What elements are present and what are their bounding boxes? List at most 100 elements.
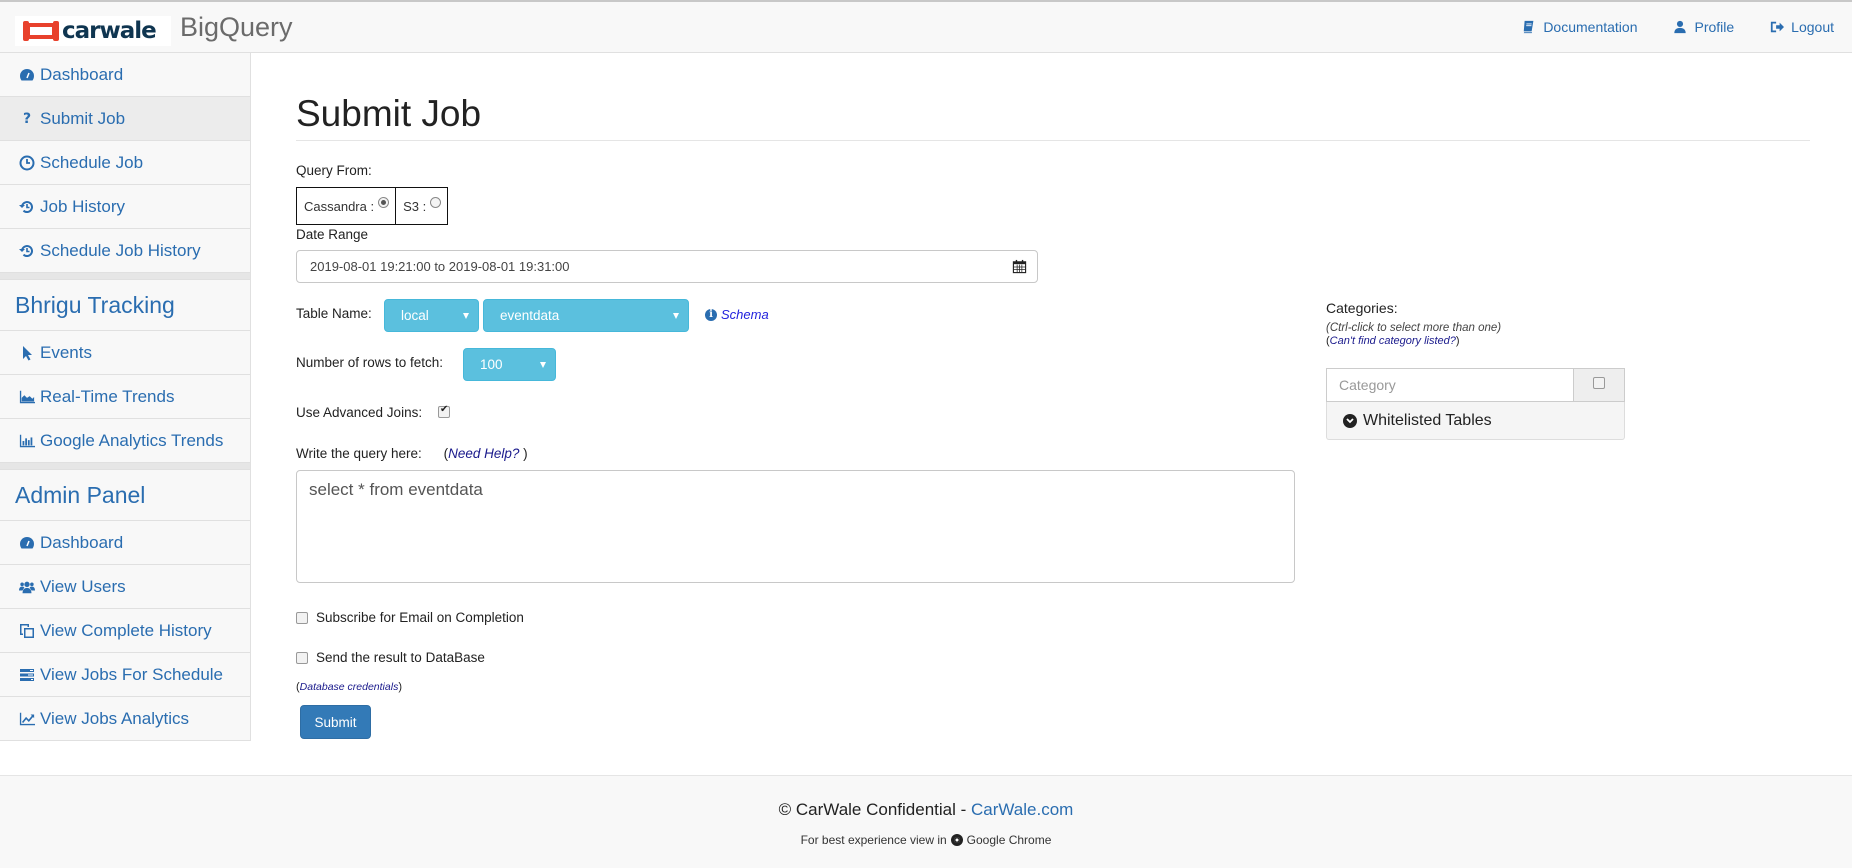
sidebar-item-label: Dashboard bbox=[40, 532, 124, 552]
date-range-input[interactable]: 2019-08-01 19:21:00 to 2019-08-01 19:31:… bbox=[296, 250, 1038, 283]
nav-profile-link[interactable]: Profile bbox=[1673, 19, 1734, 35]
query-label: Write the query here: bbox=[296, 446, 422, 461]
copy-icon bbox=[17, 622, 37, 639]
pointer-icon bbox=[17, 344, 37, 361]
sidebar-item-view-jobs-for-schedule[interactable]: View Jobs For Schedule bbox=[0, 653, 250, 697]
calendar-icon[interactable] bbox=[1012, 259, 1027, 274]
carwale-site-link[interactable]: CarWale.com bbox=[971, 800, 1073, 819]
sidebar-item-label: View Users bbox=[40, 576, 126, 596]
sidebar-item-label: Submit Job bbox=[40, 108, 126, 128]
title-divider bbox=[296, 140, 1810, 141]
sidebar-item-google-analytics-trends[interactable]: Google Analytics Trends bbox=[0, 419, 250, 463]
submit-button[interactable]: Submit bbox=[300, 705, 371, 739]
source-cassandra-option[interactable]: Cassandra : bbox=[297, 188, 395, 224]
sidebar-item-real-time-trends[interactable]: Real-Time Trends bbox=[0, 375, 250, 419]
keyspace-select-value: local bbox=[401, 308, 429, 323]
info-icon: i bbox=[705, 308, 717, 321]
sidebar-item-dashboard[interactable]: Dashboard bbox=[0, 53, 250, 97]
rows-select[interactable]: 100 bbox=[463, 348, 556, 381]
sidebar-item-label: Google Analytics Trends bbox=[40, 430, 224, 450]
sidebar-item-admin-dashboard[interactable]: Dashboard bbox=[0, 521, 250, 565]
category-select-all[interactable] bbox=[1574, 369, 1624, 401]
sidebar-heading-admin-panel: Admin Panel bbox=[0, 470, 250, 521]
db-credentials-link[interactable]: Database credentials bbox=[300, 681, 399, 693]
email-label: Subscribe for Email on Completion bbox=[316, 610, 524, 625]
sidebar: Dashboard ? Submit Job Schedule Job Job … bbox=[0, 53, 251, 741]
categories-title: Categories: bbox=[1326, 300, 1398, 316]
sidebar-item-view-complete-history[interactable]: View Complete History bbox=[0, 609, 250, 653]
user-icon bbox=[1674, 20, 1687, 34]
rows-select-value: 100 bbox=[480, 357, 503, 372]
chrome-icon bbox=[950, 834, 963, 846]
sidebar-item-label: Schedule Job History bbox=[40, 240, 201, 260]
keyspace-select[interactable]: local bbox=[384, 299, 479, 332]
browser-name: Google Chrome bbox=[966, 833, 1052, 847]
category-input[interactable]: Category bbox=[1327, 369, 1574, 401]
question-icon: ? bbox=[22, 110, 32, 127]
query-textarea[interactable]: select * from eventdata bbox=[296, 470, 1295, 583]
dashboard-icon bbox=[17, 66, 37, 83]
rows-label: Number of rows to fetch: bbox=[296, 355, 444, 370]
table-select-value: eventdata bbox=[500, 308, 560, 323]
nav-documentation-label: Documentation bbox=[1543, 19, 1638, 35]
whitelisted-tables-label: Whitelisted Tables bbox=[1363, 411, 1492, 429]
logo-text: carwale bbox=[62, 18, 157, 44]
sidebar-item-schedule-job[interactable]: Schedule Job bbox=[0, 141, 250, 185]
sidebar-item-schedule-job-history[interactable]: Schedule Job History bbox=[0, 229, 250, 273]
app-name: BigQuery bbox=[180, 12, 293, 42]
sidebar-item-label: View Jobs Analytics bbox=[40, 708, 189, 728]
sidebar-item-events[interactable]: Events bbox=[0, 331, 250, 375]
line-chart-icon bbox=[17, 710, 37, 727]
source-s3-radio[interactable] bbox=[430, 196, 442, 208]
dashboard-icon bbox=[17, 534, 37, 551]
db-credentials-row: (Database credentials) bbox=[296, 681, 402, 693]
date-range-label: Date Range bbox=[296, 227, 369, 242]
footer-browser-note: For best experience view in Google Chrom… bbox=[0, 833, 1852, 847]
advanced-joins-checkbox[interactable] bbox=[438, 404, 450, 418]
caret-down-icon bbox=[540, 362, 546, 368]
category-checkbox[interactable] bbox=[1593, 377, 1605, 389]
database-checkbox[interactable] bbox=[296, 652, 308, 664]
sidebar-item-label: View Complete History bbox=[40, 620, 212, 640]
book-icon bbox=[1524, 20, 1534, 34]
bar-chart-icon bbox=[17, 432, 37, 449]
tasks-icon bbox=[17, 666, 37, 683]
page-title: Submit Job bbox=[296, 93, 482, 134]
sidebar-item-label: Real-Time Trends bbox=[40, 386, 175, 406]
source-s3-option[interactable]: S3 : bbox=[395, 188, 447, 224]
schema-link[interactable]: i Schema bbox=[705, 307, 769, 322]
sidebar-item-submit-job[interactable]: ? Submit Job bbox=[0, 97, 250, 141]
categories-missing-link[interactable]: Can't find category listed? bbox=[1330, 335, 1456, 347]
whitelisted-tables-toggle[interactable]: Whitelisted Tables bbox=[1326, 402, 1625, 440]
history-icon bbox=[17, 198, 37, 215]
carwale-logo-icon bbox=[23, 21, 59, 41]
categories-panel: Categories: (Ctrl-click to select more t… bbox=[1326, 300, 1626, 440]
sign-out-icon bbox=[1771, 21, 1785, 33]
table-name-label: Table Name: bbox=[296, 306, 372, 321]
carwale-logo[interactable]: carwale bbox=[15, 16, 171, 46]
top-nav: Documentation Profile Logout bbox=[1522, 19, 1834, 35]
sidebar-heading-bhrigu-tracking: Bhrigu Tracking bbox=[0, 280, 250, 331]
browser-note-prefix: For best experience view in bbox=[800, 833, 947, 847]
sidebar-item-view-jobs-analytics[interactable]: View Jobs Analytics bbox=[0, 697, 250, 741]
sidebar-item-label: Dashboard bbox=[40, 64, 124, 84]
database-label: Send the result to DataBase bbox=[316, 650, 485, 665]
query-label-row: Write the query here: (Need Help? ) bbox=[296, 446, 528, 461]
sidebar-item-view-users[interactable]: View Users bbox=[0, 565, 250, 609]
source-cassandra-radio[interactable] bbox=[378, 196, 390, 208]
schema-link-label: Schema bbox=[721, 307, 769, 322]
nav-documentation-link[interactable]: Documentation bbox=[1522, 19, 1637, 35]
query-source-group: Cassandra : S3 : bbox=[296, 187, 449, 225]
sidebar-divider bbox=[0, 273, 250, 280]
nav-logout-link[interactable]: Logout bbox=[1770, 19, 1834, 35]
history-icon bbox=[17, 242, 37, 259]
caret-down-icon bbox=[673, 313, 679, 319]
category-input-group: Category bbox=[1326, 368, 1625, 402]
sidebar-item-job-history[interactable]: Job History bbox=[0, 185, 250, 229]
table-select[interactable]: eventdata bbox=[483, 299, 689, 332]
clock-icon bbox=[17, 154, 37, 171]
nav-logout-label: Logout bbox=[1791, 19, 1834, 35]
email-checkbox[interactable] bbox=[296, 612, 308, 624]
query-from-label: Query From: bbox=[296, 163, 372, 178]
need-help-link[interactable]: Need Help? bbox=[448, 446, 519, 461]
